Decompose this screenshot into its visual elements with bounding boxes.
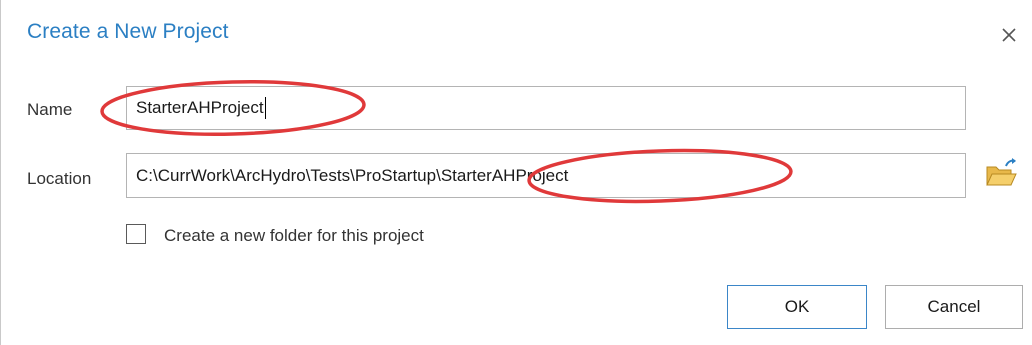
name-value: StarterAHProject [136,98,264,117]
location-value: C:\CurrWork\ArcHydro\Tests\ProStartup\St… [136,165,569,185]
name-field[interactable]: StarterAHProject [126,86,966,130]
cancel-button[interactable]: Cancel [885,285,1023,329]
dialog-title: Create a New Project [27,20,229,43]
text-caret [264,97,266,119]
name-label: Name [27,100,73,119]
location-field[interactable]: C:\CurrWork\ArcHydro\Tests\ProStartup\St… [126,153,966,198]
close-icon [1002,28,1016,42]
close-button[interactable] [994,20,1024,50]
browse-button[interactable] [984,157,1020,189]
new-folder-label[interactable]: Create a new folder for this project [164,226,424,246]
create-project-dialog: Create a New Project Name StarterAHProje… [0,0,1032,345]
location-label: Location [27,169,92,188]
new-folder-checkbox[interactable] [126,224,146,244]
folder-open-icon [986,158,1017,186]
ok-button[interactable]: OK [727,285,867,329]
